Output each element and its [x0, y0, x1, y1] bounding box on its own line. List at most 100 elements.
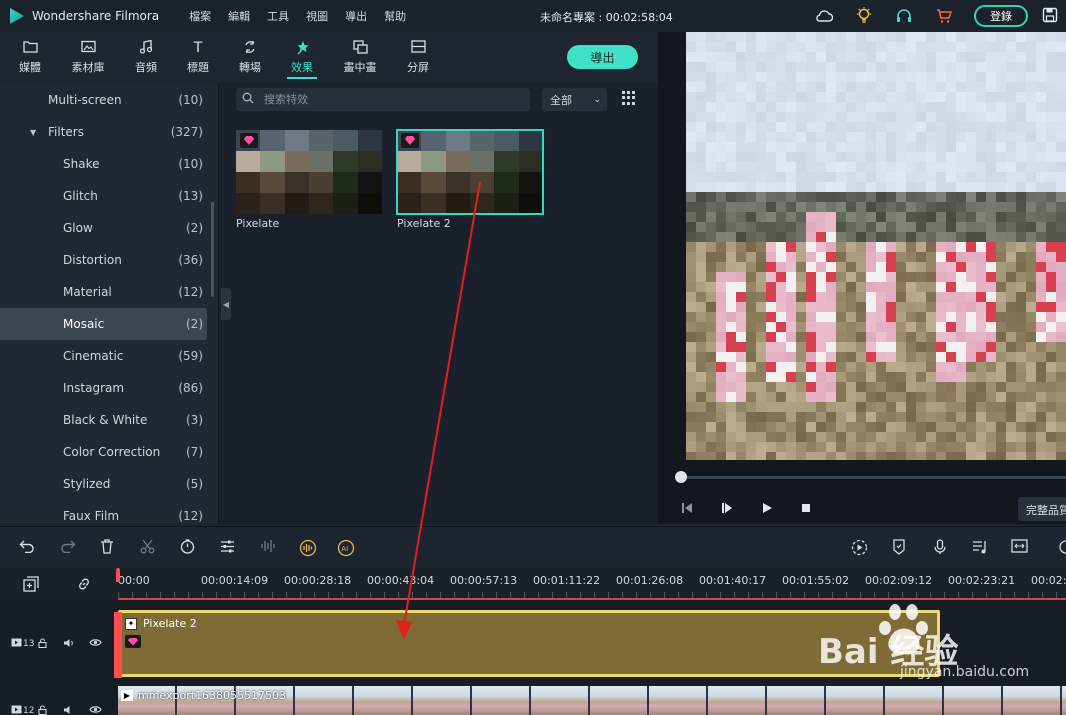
lock-icon[interactable] — [38, 704, 48, 715]
lightbulb-icon[interactable] — [854, 6, 874, 26]
zoom-icon[interactable] — [1056, 539, 1066, 559]
play-frame-icon[interactable] — [720, 502, 734, 517]
menu-help[interactable]: 幫助 — [384, 8, 406, 24]
video-pixel — [746, 202, 756, 212]
video-pixel — [886, 152, 896, 162]
tab-audio[interactable]: 音頻 — [124, 32, 168, 82]
video-pixel — [776, 412, 786, 422]
lock-icon[interactable] — [38, 637, 48, 651]
search-input[interactable] — [264, 93, 514, 106]
save-icon[interactable] — [1042, 7, 1060, 25]
video-pixel — [816, 262, 826, 272]
video-pixel — [706, 382, 716, 392]
sidebar-item-shake[interactable]: Shake (10) — [0, 148, 207, 180]
effect-card-pixelate-2[interactable]: Pixelate 2 — [396, 129, 544, 230]
sidebar-item-mosaic[interactable]: Mosaic (2) — [0, 308, 207, 340]
undo-icon[interactable] — [19, 539, 35, 557]
tab-effects[interactable]: 效果 — [280, 32, 324, 82]
sidebar-item-black-white[interactable]: Black & White (3) — [0, 404, 207, 436]
video-pixel — [856, 162, 866, 172]
video-pixel — [1056, 402, 1066, 412]
video-pixel — [686, 352, 696, 362]
video-pixel — [966, 322, 976, 332]
speaker-icon[interactable] — [63, 638, 75, 651]
menu-view[interactable]: 視圖 — [306, 8, 328, 24]
audio-waveform-icon[interactable] — [260, 539, 276, 557]
video-pixel — [756, 272, 766, 282]
sidebar-item-stylized[interactable]: Stylized (5) — [0, 468, 207, 500]
sidebar-scrollbar[interactable] — [211, 202, 214, 297]
fit-timeline-icon[interactable] — [1011, 539, 1028, 557]
export-button[interactable]: 導出 — [567, 45, 638, 69]
video-clip[interactable]: ▶ mmexport1638055517503 — [118, 686, 1066, 715]
speed-clock-icon[interactable] — [180, 539, 195, 558]
add-track-icon[interactable] — [23, 576, 39, 596]
sidebar-item-distortion[interactable]: Distortion (36) — [0, 244, 207, 276]
effect-card-pixelate[interactable]: Pixelate — [236, 130, 382, 230]
collapse-panel-handle[interactable]: ◀ — [221, 288, 231, 320]
ai-audio-icon[interactable]: AI — [337, 539, 355, 561]
cart-icon[interactable] — [934, 6, 954, 26]
render-preview-icon[interactable] — [851, 539, 868, 560]
effect-thumbnail[interactable] — [396, 129, 544, 215]
menu-edit[interactable]: 編輯 — [228, 8, 250, 24]
link-icon[interactable] — [76, 576, 92, 596]
playhead-handle[interactable] — [116, 568, 120, 582]
grid-view-icon[interactable] — [622, 91, 636, 105]
video-pixel — [946, 282, 956, 292]
video-pixel — [736, 212, 746, 222]
filter-dropdown[interactable]: 全部 ⌄ — [542, 88, 607, 111]
menu-file[interactable]: 檔案 — [189, 8, 211, 24]
quality-dropdown[interactable]: 完整品質 — [1018, 497, 1066, 521]
timeline-ruler[interactable]: 00:00 00:00:14:09 00:00:28:18 00:00:43:04 00… — [0, 568, 1066, 600]
scissors-icon[interactable] — [140, 539, 155, 558]
caret-down-icon[interactable]: ▼ — [30, 128, 36, 137]
sidebar-item-instagram[interactable]: Instagram (86) — [0, 372, 207, 404]
voice-effect-icon[interactable] — [299, 539, 317, 561]
title-bar: Wondershare Filmora 檔案 編輯 工具 視圖 導出 幫助 未命… — [0, 0, 1066, 32]
adjust-sliders-icon[interactable] — [220, 539, 235, 558]
menu-tools[interactable]: 工具 — [267, 8, 289, 24]
video-pixel — [886, 62, 896, 72]
tab-titles[interactable]: T 標題 — [176, 32, 220, 82]
tab-splitscreen[interactable]: 分屏 — [396, 32, 440, 82]
search-box[interactable] — [236, 88, 530, 111]
sidebar-item-multi-screen[interactable]: Multi-screen (10) — [0, 84, 207, 116]
sidebar-item-faux-film[interactable]: Faux Film (12) — [0, 500, 207, 524]
tab-transitions[interactable]: 轉場 — [228, 32, 272, 82]
menu-export[interactable]: 導出 — [345, 8, 367, 24]
sidebar-item-color-correction[interactable]: Color Correction (7) — [0, 436, 207, 468]
microphone-icon[interactable] — [933, 539, 947, 559]
stop-icon[interactable] — [800, 502, 812, 517]
audio-mixer-icon[interactable] — [972, 539, 988, 559]
sidebar-item-material[interactable]: Material (12) — [0, 276, 207, 308]
video-pixel — [906, 132, 916, 142]
speaker-icon[interactable] — [63, 705, 75, 715]
video-pixel — [786, 232, 796, 242]
tab-pip[interactable]: 畫中畫 — [338, 32, 382, 82]
scrubber-knob[interactable] — [675, 471, 687, 483]
eye-icon[interactable] — [89, 705, 103, 715]
cloud-icon[interactable] — [814, 6, 834, 26]
redo-icon[interactable] — [60, 539, 76, 557]
tab-media[interactable]: 媒體 — [8, 32, 52, 82]
sidebar-item-glow[interactable]: Glow (2) — [0, 212, 207, 244]
headset-icon[interactable] — [894, 6, 914, 26]
playhead-line[interactable] — [114, 612, 122, 678]
preview-scrubber[interactable] — [678, 476, 1066, 479]
eye-icon[interactable] — [89, 638, 103, 650]
video-pixel — [1016, 72, 1026, 82]
play-icon[interactable] — [761, 502, 773, 517]
delete-icon[interactable] — [100, 539, 114, 558]
sidebar-item-filters[interactable]: ▼ Filters (327) — [0, 116, 207, 148]
login-button[interactable]: 登錄 — [974, 5, 1028, 27]
marker-icon[interactable] — [892, 539, 906, 559]
step-back-icon[interactable] — [680, 502, 694, 517]
video-pixel — [946, 412, 956, 422]
video-pixel — [906, 212, 916, 222]
sidebar-item-glitch[interactable]: Glitch (13) — [0, 180, 207, 212]
effect-thumbnail[interactable] — [236, 130, 382, 214]
video-pixel — [926, 442, 936, 452]
sidebar-item-cinematic[interactable]: Cinematic (59) — [0, 340, 207, 372]
tab-stock[interactable]: 素材庫 — [66, 32, 110, 82]
